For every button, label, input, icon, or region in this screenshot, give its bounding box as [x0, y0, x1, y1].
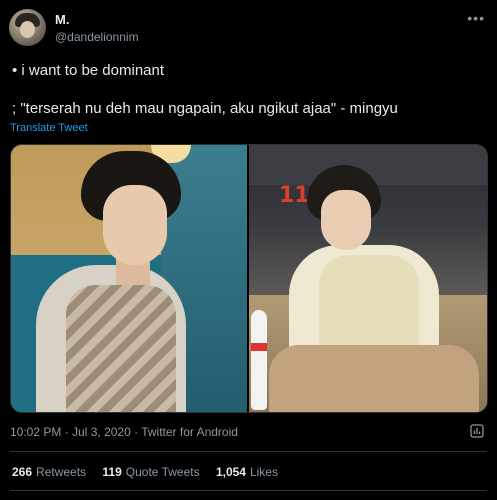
tweet: M. @dandelionnim ••• • i want to be domi…	[0, 0, 497, 500]
meta-separator: ·	[61, 425, 73, 439]
quote-tweets-count: 119	[102, 465, 122, 479]
divider	[10, 490, 487, 491]
photo-face	[103, 185, 167, 265]
media-photo-left[interactable]	[11, 145, 247, 412]
tweet-meta: 10:02 PM · Jul 3, 2020 · Twitter for And…	[10, 425, 238, 439]
photo-vest	[66, 285, 176, 412]
retweets-stat[interactable]: 266 Retweets	[12, 465, 86, 479]
retweets-label: Retweets	[36, 465, 87, 479]
photo-pin-stripe	[251, 343, 267, 351]
avatar-face	[20, 21, 35, 38]
tweet-media[interactable]: 11	[10, 144, 488, 413]
tweet-time[interactable]: 10:02 PM	[10, 425, 61, 439]
likes-stat[interactable]: 1,054 Likes	[216, 465, 278, 479]
tweet-source[interactable]: Twitter for Android	[141, 425, 238, 439]
divider	[10, 451, 487, 452]
photo-face	[321, 190, 371, 250]
analytics-icon[interactable]	[470, 424, 484, 438]
quote-tweets-stat[interactable]: 119 Quote Tweets	[102, 465, 199, 479]
author-handle[interactable]: @dandelionnim	[55, 30, 139, 44]
avatar[interactable]	[9, 9, 46, 46]
likes-count: 1,054	[215, 465, 246, 479]
meta-separator: ·	[130, 425, 142, 439]
quote-tweets-label: Quote Tweets	[125, 465, 200, 479]
author-display-name[interactable]: M.	[55, 12, 69, 27]
retweets-count: 266	[12, 465, 33, 479]
media-photo-right[interactable]: 11	[249, 145, 487, 412]
more-options-icon[interactable]: •••	[467, 10, 485, 26]
photo-bowling-pin	[251, 310, 267, 410]
tweet-stats: 266 Retweets 119 Quote Tweets 1,054 Likes	[12, 465, 291, 479]
likes-label: Likes	[249, 465, 278, 479]
tweet-date[interactable]: Jul 3, 2020	[72, 425, 131, 439]
photo-lane-sign: 11	[279, 183, 310, 208]
tweet-text-line-1: • i want to be dominant	[12, 62, 165, 79]
photo-pants	[269, 345, 479, 412]
translate-tweet-link[interactable]: Translate Tweet	[10, 122, 88, 134]
tweet-text-line-2: ; "terserah nu deh mau ngapain, aku ngik…	[12, 100, 398, 117]
